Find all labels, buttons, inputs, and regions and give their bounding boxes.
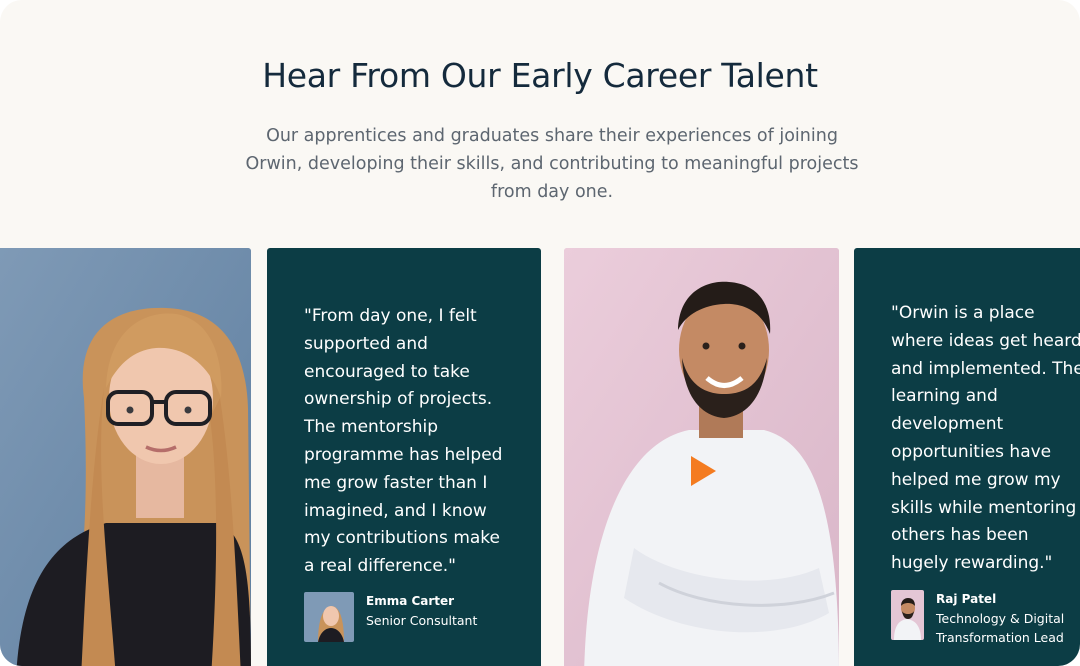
- quote-card-raj: "Orwin is a place where ideas get heard …: [854, 248, 1080, 666]
- photo-card-emma[interactable]: [0, 248, 251, 666]
- author-block: Emma Carter Senior Consultant: [304, 592, 477, 642]
- testimonials-section: Hear From Our Early Career Talent Our ap…: [0, 0, 1080, 666]
- avatar: [304, 592, 354, 642]
- video-card-raj[interactable]: [564, 248, 839, 666]
- author-role: Senior Consultant: [366, 613, 478, 628]
- emma-portrait: [0, 248, 251, 666]
- section-subtitle: Our apprentices and graduates share thei…: [245, 126, 859, 202]
- author-name: Emma Carter: [366, 594, 455, 608]
- testimonial-quote: "Orwin is a place where ideas get heard …: [891, 303, 1080, 574]
- section-title: Hear From Our Early Career Talent: [262, 56, 818, 95]
- author-block: Raj Patel Technology & Digital Transform…: [891, 590, 1080, 647]
- play-icon[interactable]: [688, 454, 718, 488]
- testimonial-quote: "From day one, I felt supported and enco…: [304, 306, 503, 577]
- avatar: [891, 590, 924, 640]
- author-name: Raj Patel: [936, 592, 997, 606]
- quote-card-emma: "From day one, I felt supported and enco…: [267, 248, 541, 666]
- author-role: Technology & Digital Transformation Lead: [936, 611, 1065, 645]
